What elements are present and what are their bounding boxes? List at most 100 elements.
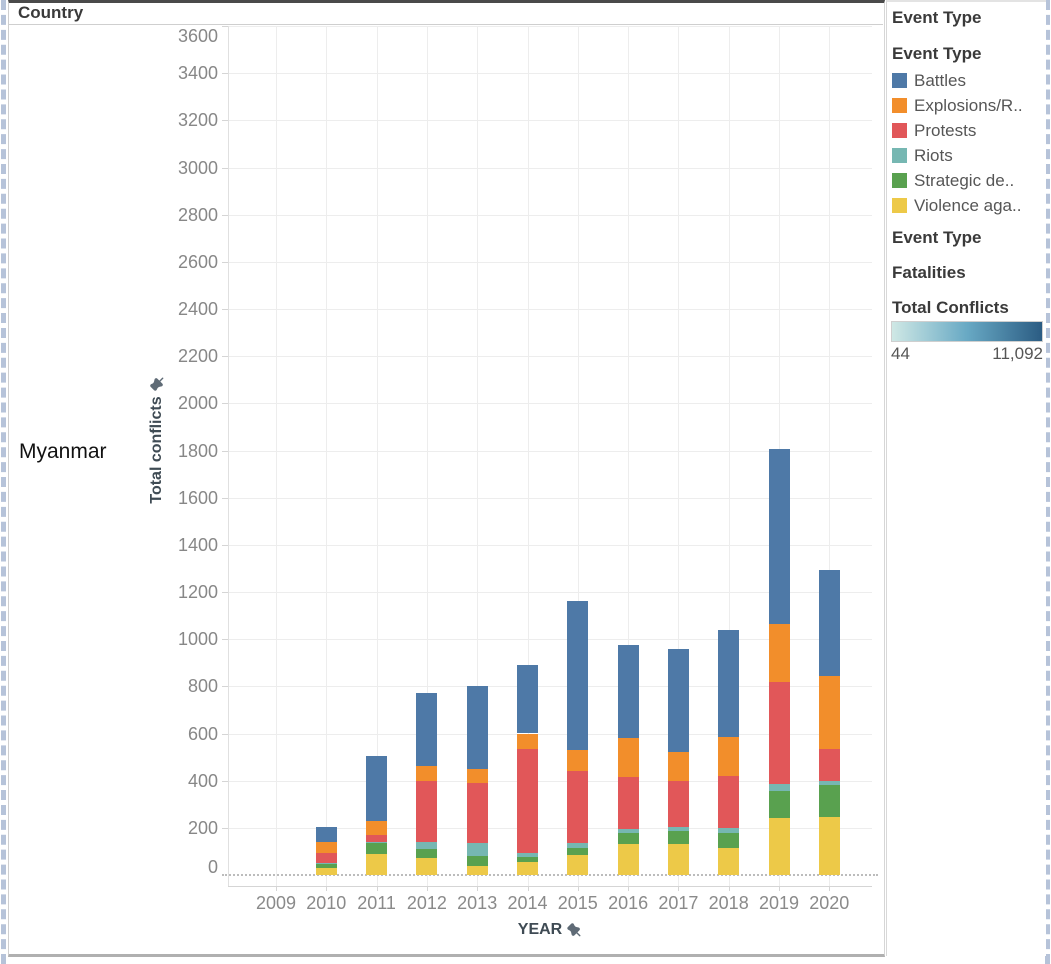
bar-segment-2010-strategic-de-[interactable] — [316, 864, 337, 868]
bar-segment-2011-strategic-de-[interactable] — [366, 843, 387, 854]
color-legend-title: Event Type — [892, 44, 981, 64]
bar-segment-2011-battles[interactable] — [366, 756, 387, 821]
bar-segment-2018-strategic-de-[interactable] — [718, 833, 739, 848]
bar-segment-2012-riots[interactable] — [416, 842, 437, 849]
bar-segment-2012-explosions-r-[interactable] — [416, 766, 437, 781]
bar-segment-2015-riots[interactable] — [567, 843, 588, 848]
x-gridline-2009 — [276, 26, 277, 886]
legend-item-explosions-r-[interactable]: Explosions/R.. — [892, 93, 1023, 118]
bar-segment-2020-explosions-r-[interactable] — [819, 676, 840, 749]
bar-segment-2019-explosions-r-[interactable] — [769, 624, 790, 682]
bar-segment-2013-riots[interactable] — [467, 843, 488, 856]
bar-segment-2020-violence-aga-[interactable] — [819, 817, 840, 875]
bar-segment-2014-battles[interactable] — [517, 665, 538, 733]
x-tick-2009 — [276, 886, 277, 891]
bar-segment-2012-violence-aga-[interactable] — [416, 858, 437, 875]
bar-segment-2018-violence-aga-[interactable] — [718, 848, 739, 875]
bar-segment-2015-strategic-de-[interactable] — [567, 848, 588, 855]
bar-segment-2011-riots[interactable] — [366, 842, 387, 843]
y-tick-label-1800: 1800 — [128, 440, 218, 462]
legend-item-riots[interactable]: Riots — [892, 143, 1023, 168]
bar-segment-2019-strategic-de-[interactable] — [769, 791, 790, 818]
bar-segment-2017-riots[interactable] — [668, 827, 689, 832]
bar-segment-2016-riots[interactable] — [618, 829, 639, 833]
bar-segment-2019-battles[interactable] — [769, 449, 790, 624]
bar-segment-2010-battles[interactable] — [316, 827, 337, 842]
bar-segment-2019-riots[interactable] — [769, 784, 790, 791]
bar-segment-2012-strategic-de-[interactable] — [416, 849, 437, 858]
x-tick-label-2013: 2013 — [449, 893, 505, 913]
bar-segment-2015-explosions-r-[interactable] — [567, 750, 588, 771]
legend-item-violence-aga-[interactable]: Violence aga.. — [892, 193, 1023, 218]
bar-segment-2017-strategic-de-[interactable] — [668, 831, 689, 844]
y-tick-label-200: 200 — [128, 817, 218, 839]
legend-item-protests[interactable]: Protests — [892, 118, 1023, 143]
bar-segment-2011-violence-aga-[interactable] — [366, 854, 387, 875]
bar-segment-2013-violence-aga-[interactable] — [467, 866, 488, 875]
bar-segment-2013-strategic-de-[interactable] — [467, 856, 488, 865]
legend-item-label: Battles — [914, 71, 966, 91]
legend-item-strategic-de-[interactable]: Strategic de.. — [892, 168, 1023, 193]
x-tick-2020 — [829, 886, 830, 891]
bar-segment-2019-violence-aga-[interactable] — [769, 818, 790, 875]
bar-segment-2010-riots[interactable] — [316, 863, 337, 864]
bar-segment-2017-explosions-r-[interactable] — [668, 752, 689, 780]
y-tick-label-2800: 2800 — [128, 204, 218, 226]
y-tick-label-2600: 2600 — [128, 251, 218, 273]
bar-segment-2013-protests[interactable] — [467, 783, 488, 843]
y-tick-label-3200: 3200 — [128, 109, 218, 131]
bar-segment-2010-protests[interactable] — [316, 853, 337, 864]
x-axis-title: YEAR — [450, 921, 650, 939]
pin-icon[interactable] — [567, 923, 582, 938]
bar-segment-2015-protests[interactable] — [567, 771, 588, 843]
bar-segment-2017-protests[interactable] — [668, 781, 689, 827]
bar-segment-2014-explosions-r-[interactable] — [517, 734, 538, 749]
tableau-dashboard: Country Myanmar Total conflicts 02004006… — [0, 0, 1051, 964]
bar-segment-2011-protests[interactable] — [366, 835, 387, 842]
bar-segment-2018-explosions-r-[interactable] — [718, 737, 739, 776]
bar-segment-2018-riots[interactable] — [718, 828, 739, 833]
bar-segment-2014-riots[interactable] — [517, 853, 538, 858]
bar-segment-2013-explosions-r-[interactable] — [467, 769, 488, 783]
bar-segment-2014-strategic-de-[interactable] — [517, 857, 538, 862]
legend-title-event-type: Event Type — [892, 228, 981, 248]
bar-segment-2020-riots[interactable] — [819, 781, 840, 786]
bar-segment-2016-battles[interactable] — [618, 645, 639, 738]
bar-segment-2020-strategic-de-[interactable] — [819, 785, 840, 817]
gradient-max-label: 11,092 — [992, 344, 1043, 364]
bar-segment-2020-battles[interactable] — [819, 570, 840, 676]
bar-segment-2016-violence-aga-[interactable] — [618, 844, 639, 875]
bar-segment-2018-protests[interactable] — [718, 776, 739, 828]
bar-segment-2014-violence-aga-[interactable] — [517, 862, 538, 875]
x-axis-title-text: YEAR — [518, 921, 562, 939]
bar-segment-2016-strategic-de-[interactable] — [618, 833, 639, 845]
bar-segment-2012-protests[interactable] — [416, 781, 437, 842]
x-tick-2019 — [779, 886, 780, 891]
y-tick-label-3400: 3400 — [128, 62, 218, 84]
y-tick-label-1600: 1600 — [128, 487, 218, 509]
bar-segment-2016-explosions-r-[interactable] — [618, 738, 639, 777]
bar-segment-2013-battles[interactable] — [467, 686, 488, 769]
bar-segment-2015-battles[interactable] — [567, 601, 588, 750]
bar-segment-2011-explosions-r-[interactable] — [366, 821, 387, 835]
legend-window-title: Event Type — [892, 8, 981, 28]
bar-segment-2020-protests[interactable] — [819, 749, 840, 781]
bar-segment-2012-battles[interactable] — [416, 693, 437, 766]
bar-segment-2017-violence-aga-[interactable] — [668, 844, 689, 875]
y-tick-label-400: 400 — [128, 770, 218, 792]
bar-segment-2010-violence-aga-[interactable] — [316, 868, 337, 875]
bar-segment-2014-protests[interactable] — [517, 749, 538, 853]
legend-swatch-icon — [892, 98, 907, 113]
legend-item-label: Riots — [914, 146, 953, 166]
bar-segment-2015-violence-aga-[interactable] — [567, 855, 588, 875]
legend-item-battles[interactable]: Battles — [892, 68, 1023, 93]
bar-segment-2018-battles[interactable] — [718, 630, 739, 737]
y-tick-label-1200: 1200 — [128, 581, 218, 603]
y-tick-label-2200: 2200 — [128, 345, 218, 367]
bar-segment-2010-explosions-r-[interactable] — [316, 842, 337, 853]
bar-segment-2017-battles[interactable] — [668, 649, 689, 753]
x-tick-2014 — [528, 886, 529, 891]
bar-segment-2019-protests[interactable] — [769, 682, 790, 785]
bar-segment-2016-protests[interactable] — [618, 777, 639, 829]
color-gradient-bar[interactable] — [891, 321, 1043, 342]
